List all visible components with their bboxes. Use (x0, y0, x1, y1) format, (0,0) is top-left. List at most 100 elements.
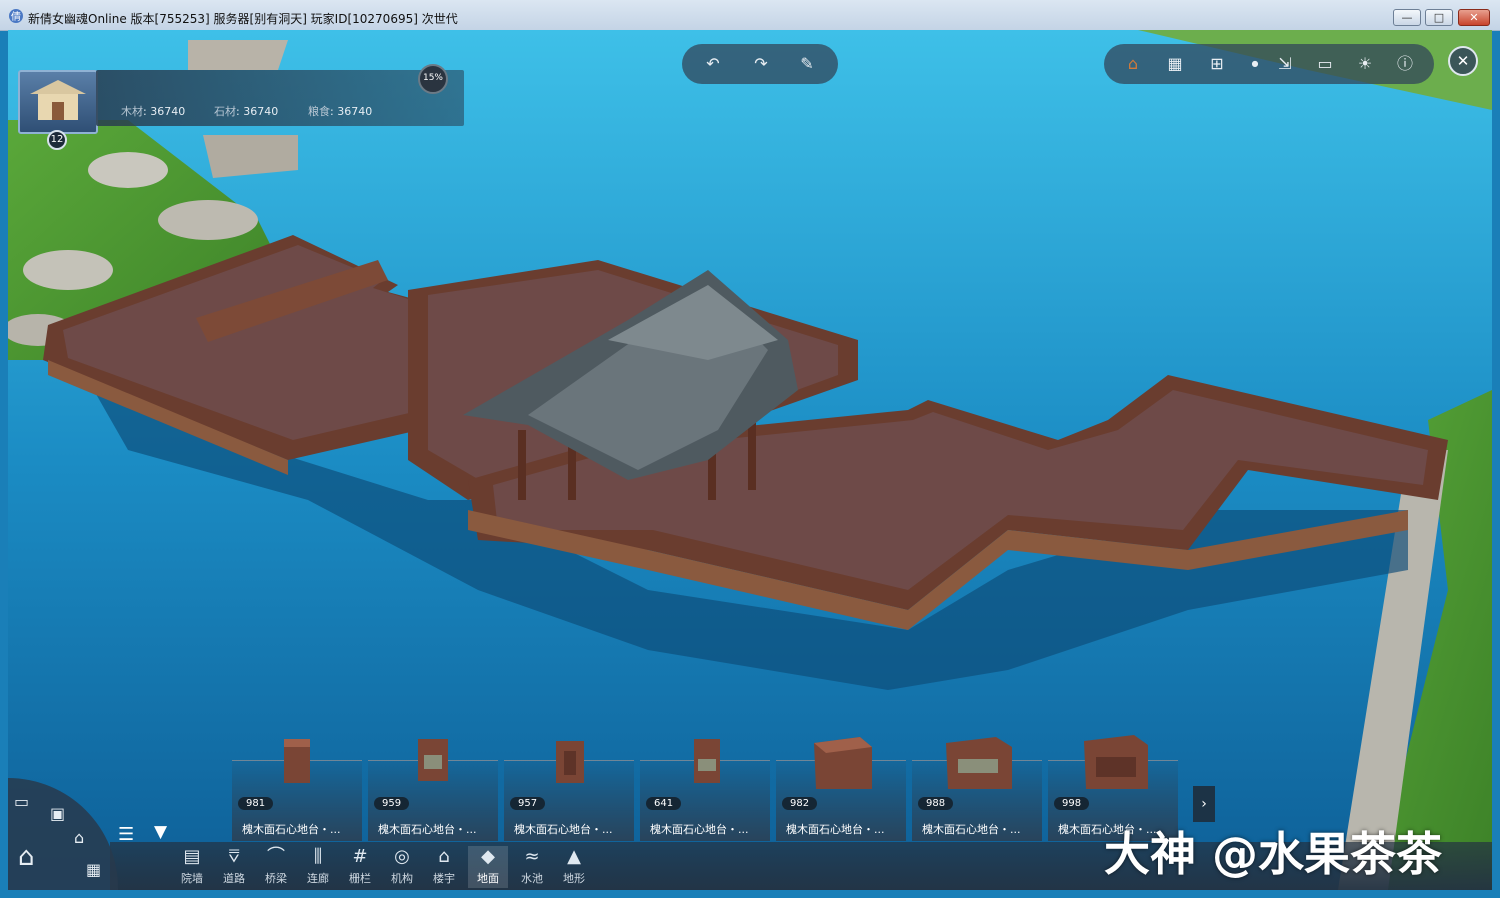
resource-food-value: 36740 (337, 105, 373, 118)
category-tab[interactable]: # 栅栏 (340, 846, 380, 888)
item-count: 981 (238, 797, 274, 810)
item-card[interactable]: 959 槐木面石心地台・... (368, 739, 498, 841)
item-name: 槐木面石心地台・... (786, 823, 885, 836)
ground-icon: ◆ (481, 846, 495, 867)
item-name: 槐木面石心地台・... (242, 823, 341, 836)
category-label: 楼宇 (433, 872, 455, 885)
item-card[interactable]: 988 槐木面石心地台・... (912, 737, 1042, 841)
resource-stone: 石材: 36740 (214, 105, 279, 118)
category-label: 栅栏 (349, 872, 371, 885)
terrain-icon: ▲ (567, 846, 581, 867)
mechanism-icon: ◎ (394, 846, 410, 867)
build-progress-ring: 15% (418, 64, 448, 94)
category-label: 桥梁 (265, 872, 287, 885)
close-icon: ✕ (1469, 11, 1479, 24)
platform-thumbnail-icon (418, 739, 448, 781)
item-card[interactable]: 981 槐木面石心地台・... (232, 739, 362, 841)
item-card[interactable]: 982 槐木面石心地台・... (776, 737, 906, 841)
category-tab[interactable]: ⫼ 连廊 (298, 846, 338, 888)
bridge-icon: ⌒ (267, 846, 285, 867)
floor-plan-icon[interactable]: ▭ (14, 792, 29, 811)
undo-icon[interactable]: ↶ (702, 54, 724, 74)
item-count: 957 (510, 797, 546, 810)
list-icon[interactable]: ☰ (118, 824, 134, 845)
item-count: 998 (1054, 797, 1090, 810)
redo-icon[interactable]: ↷ (750, 54, 772, 74)
resource-food-label: 粮食 (308, 105, 330, 118)
item-count: 959 (374, 797, 410, 810)
wall-icon: ▤ (183, 846, 201, 867)
fence-icon: # (352, 846, 368, 867)
grid-icon[interactable]: ▦ (1164, 54, 1186, 74)
platform-thumbnail-icon (1084, 735, 1148, 789)
home-icon[interactable]: ⌂ (1122, 54, 1144, 74)
category-tab[interactable]: ⌂ 楼宇 (424, 846, 464, 888)
item-count: 982 (782, 797, 818, 810)
info-icon[interactable]: ⓘ (1394, 54, 1416, 74)
item-name: 槐木面石心地台・... (514, 823, 613, 836)
separator-dot-icon: ● (1251, 59, 1259, 68)
item-name: 槐木面石心地台・... (378, 823, 477, 836)
maximize-icon: □ (1433, 11, 1445, 24)
resource-stone-label: 石材 (214, 105, 236, 118)
player-residence-avatar[interactable] (18, 70, 98, 134)
category-label: 地面 (477, 872, 499, 885)
game-viewport[interactable]: 12 木材: 36740 石材: 36740 粮食: 36740 15% ↶ ↷… (8, 30, 1492, 890)
platform-thumbnail-icon (946, 737, 1012, 789)
item-strip-next-button[interactable]: › (1193, 786, 1215, 822)
item-count: 641 (646, 797, 682, 810)
platform-thumbnail-icon (694, 739, 720, 783)
category-label: 机构 (391, 872, 413, 885)
brush-icon[interactable]: ✎ (796, 54, 818, 74)
category-tab[interactable]: ▲ 地形 (554, 846, 594, 888)
chevron-right-icon: › (1201, 796, 1207, 812)
minimize-icon: — (1401, 11, 1413, 24)
layout-icon[interactable]: ⊞ (1206, 54, 1228, 74)
box-icon[interactable]: ▦ (86, 860, 101, 879)
export-icon[interactable]: ⇲ (1274, 54, 1296, 74)
item-name: 槐木面石心地台・... (650, 823, 749, 836)
corridor-icon: ⫼ (313, 846, 323, 867)
building-icon: ⌂ (438, 846, 450, 867)
house-icon[interactable]: ⌂ (18, 842, 35, 872)
minimize-button[interactable]: — (1393, 9, 1421, 26)
resource-wood: 木材: 36740 (121, 105, 186, 118)
window-title: 新倩女幽魂Online 版本[755253] 服务器[别有洞天] 玩家ID[10… (28, 12, 458, 26)
sun-icon[interactable]: ☀ (1354, 54, 1376, 74)
item-card[interactable]: 641 槐木面石心地台・... (640, 739, 770, 841)
item-name: 槐木面石心地台・... (922, 823, 1021, 836)
road-icon: ⩢ (228, 846, 240, 867)
build-progress-label: 15% (422, 73, 443, 83)
roof-icon[interactable]: ⌂ (74, 828, 84, 847)
category-tab[interactable]: ⌒ 桥梁 (256, 846, 296, 888)
item-card[interactable]: 957 槐木面石心地台・... (504, 741, 634, 841)
resource-panel: 木材: 36740 石材: 36740 粮食: 36740 (96, 70, 464, 126)
edit-toolbar: ↶ ↷ ✎ (682, 44, 838, 84)
view-toolbar: ⌂ ▦ ⊞ ● ⇲ ▭ ☀ ⓘ (1104, 44, 1434, 84)
pavilion-icon (30, 80, 86, 120)
category-tab[interactable]: ≈ 水池 (512, 846, 552, 888)
platform-thumbnail-icon (814, 737, 872, 789)
category-label: 地形 (563, 872, 585, 885)
close-window-button[interactable]: ✕ (1458, 9, 1490, 26)
residence-level: 12 (50, 134, 64, 145)
close-build-mode-button[interactable]: ✕ (1448, 46, 1478, 76)
category-tab-active[interactable]: ◆ 地面 (468, 846, 508, 888)
category-tab[interactable]: ▤ 院墙 (172, 846, 212, 888)
category-label: 水池 (521, 872, 543, 885)
item-count: 988 (918, 797, 954, 810)
blueprint-icon[interactable]: ▣ (50, 804, 65, 823)
window-titlebar: 倩 新倩女幽魂Online 版本[755253] 服务器[别有洞天] 玩家ID[… (0, 0, 1500, 31)
close-icon: ✕ (1456, 52, 1470, 70)
residence-level-badge: 12 (47, 130, 67, 150)
app-logo-icon: 倩 (9, 9, 23, 23)
filter-icon[interactable]: ▼ (154, 822, 167, 842)
resource-wood-label: 木材 (121, 105, 143, 118)
pond-icon: ≈ (524, 846, 540, 867)
category-tab[interactable]: ⩢ 道路 (214, 846, 254, 888)
maximize-button[interactable]: □ (1425, 9, 1453, 26)
item-strip: 981 槐木面石心地台・... 959 槐木面石心地台・... 957 槐木面石… (232, 735, 1187, 842)
screen-icon[interactable]: ▭ (1314, 54, 1336, 74)
resource-food: 粮食: 36740 (308, 105, 373, 118)
category-tab[interactable]: ◎ 机构 (382, 846, 422, 888)
